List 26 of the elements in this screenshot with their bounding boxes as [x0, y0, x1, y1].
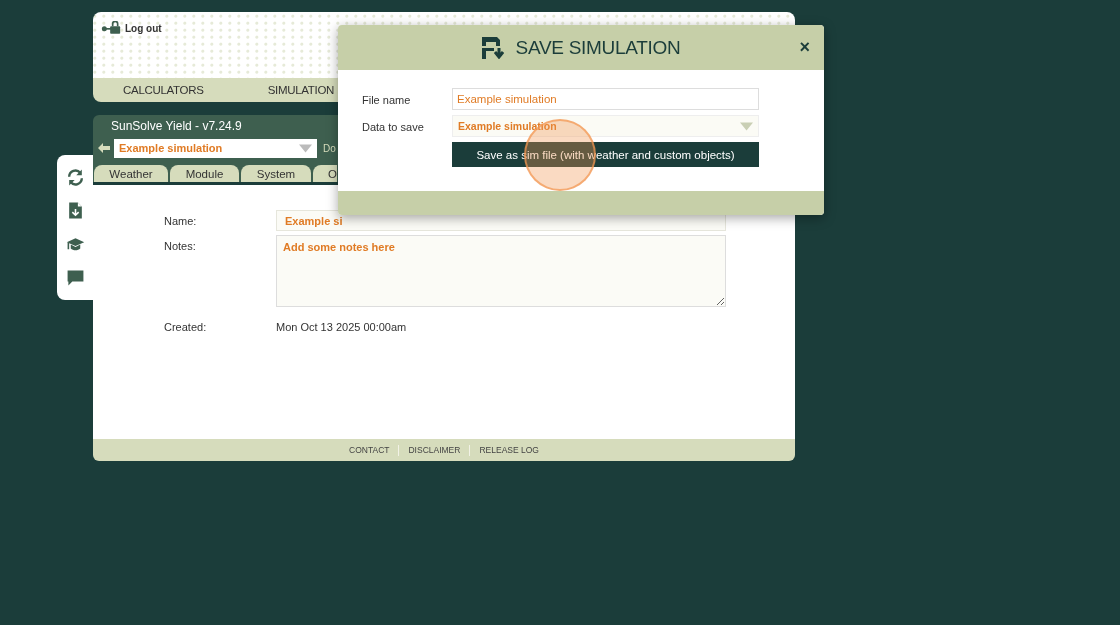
field-label: Notes:	[164, 239, 197, 252]
chat-bubble-icon[interactable]	[65, 267, 85, 287]
footer-link[interactable]: RELEASE LOG	[479, 445, 539, 455]
tab[interactable]: Module	[170, 165, 239, 182]
refresh-icon[interactable]	[65, 168, 85, 188]
field-label: Data to save	[362, 120, 425, 135]
nav-link[interactable]: CALCULATORS	[123, 84, 204, 96]
footer-link[interactable]: DISCLAIMER	[408, 445, 461, 455]
notes-field[interactable]: Add some notes here	[276, 235, 726, 307]
tab[interactable]: System	[241, 165, 311, 182]
back-arrow-icon[interactable]	[98, 143, 110, 153]
tab[interactable]: O	[313, 165, 337, 182]
field-label: File name	[362, 93, 412, 108]
footer-link[interactable]: CONTACT	[349, 445, 390, 455]
created-date: Mon Oct 13 2025 00:00am	[276, 320, 408, 333]
field-label: Created:	[164, 320, 208, 333]
logout-link[interactable]: Log out	[125, 22, 162, 34]
nav-link[interactable]: SIMULATION	[267, 84, 335, 96]
toolbar-label: Do	[323, 142, 336, 154]
field-label: Name:	[164, 214, 198, 227]
app-title: SunSolve Yield - v7.24.9	[111, 119, 242, 135]
close-button[interactable]: ×	[799, 38, 810, 56]
save-icon[interactable]	[481, 36, 504, 59]
dialog-title: SAVE SIMULATION	[515, 36, 681, 59]
tab[interactable]: Weather	[94, 165, 168, 182]
lock-icon[interactable]	[101, 21, 121, 35]
